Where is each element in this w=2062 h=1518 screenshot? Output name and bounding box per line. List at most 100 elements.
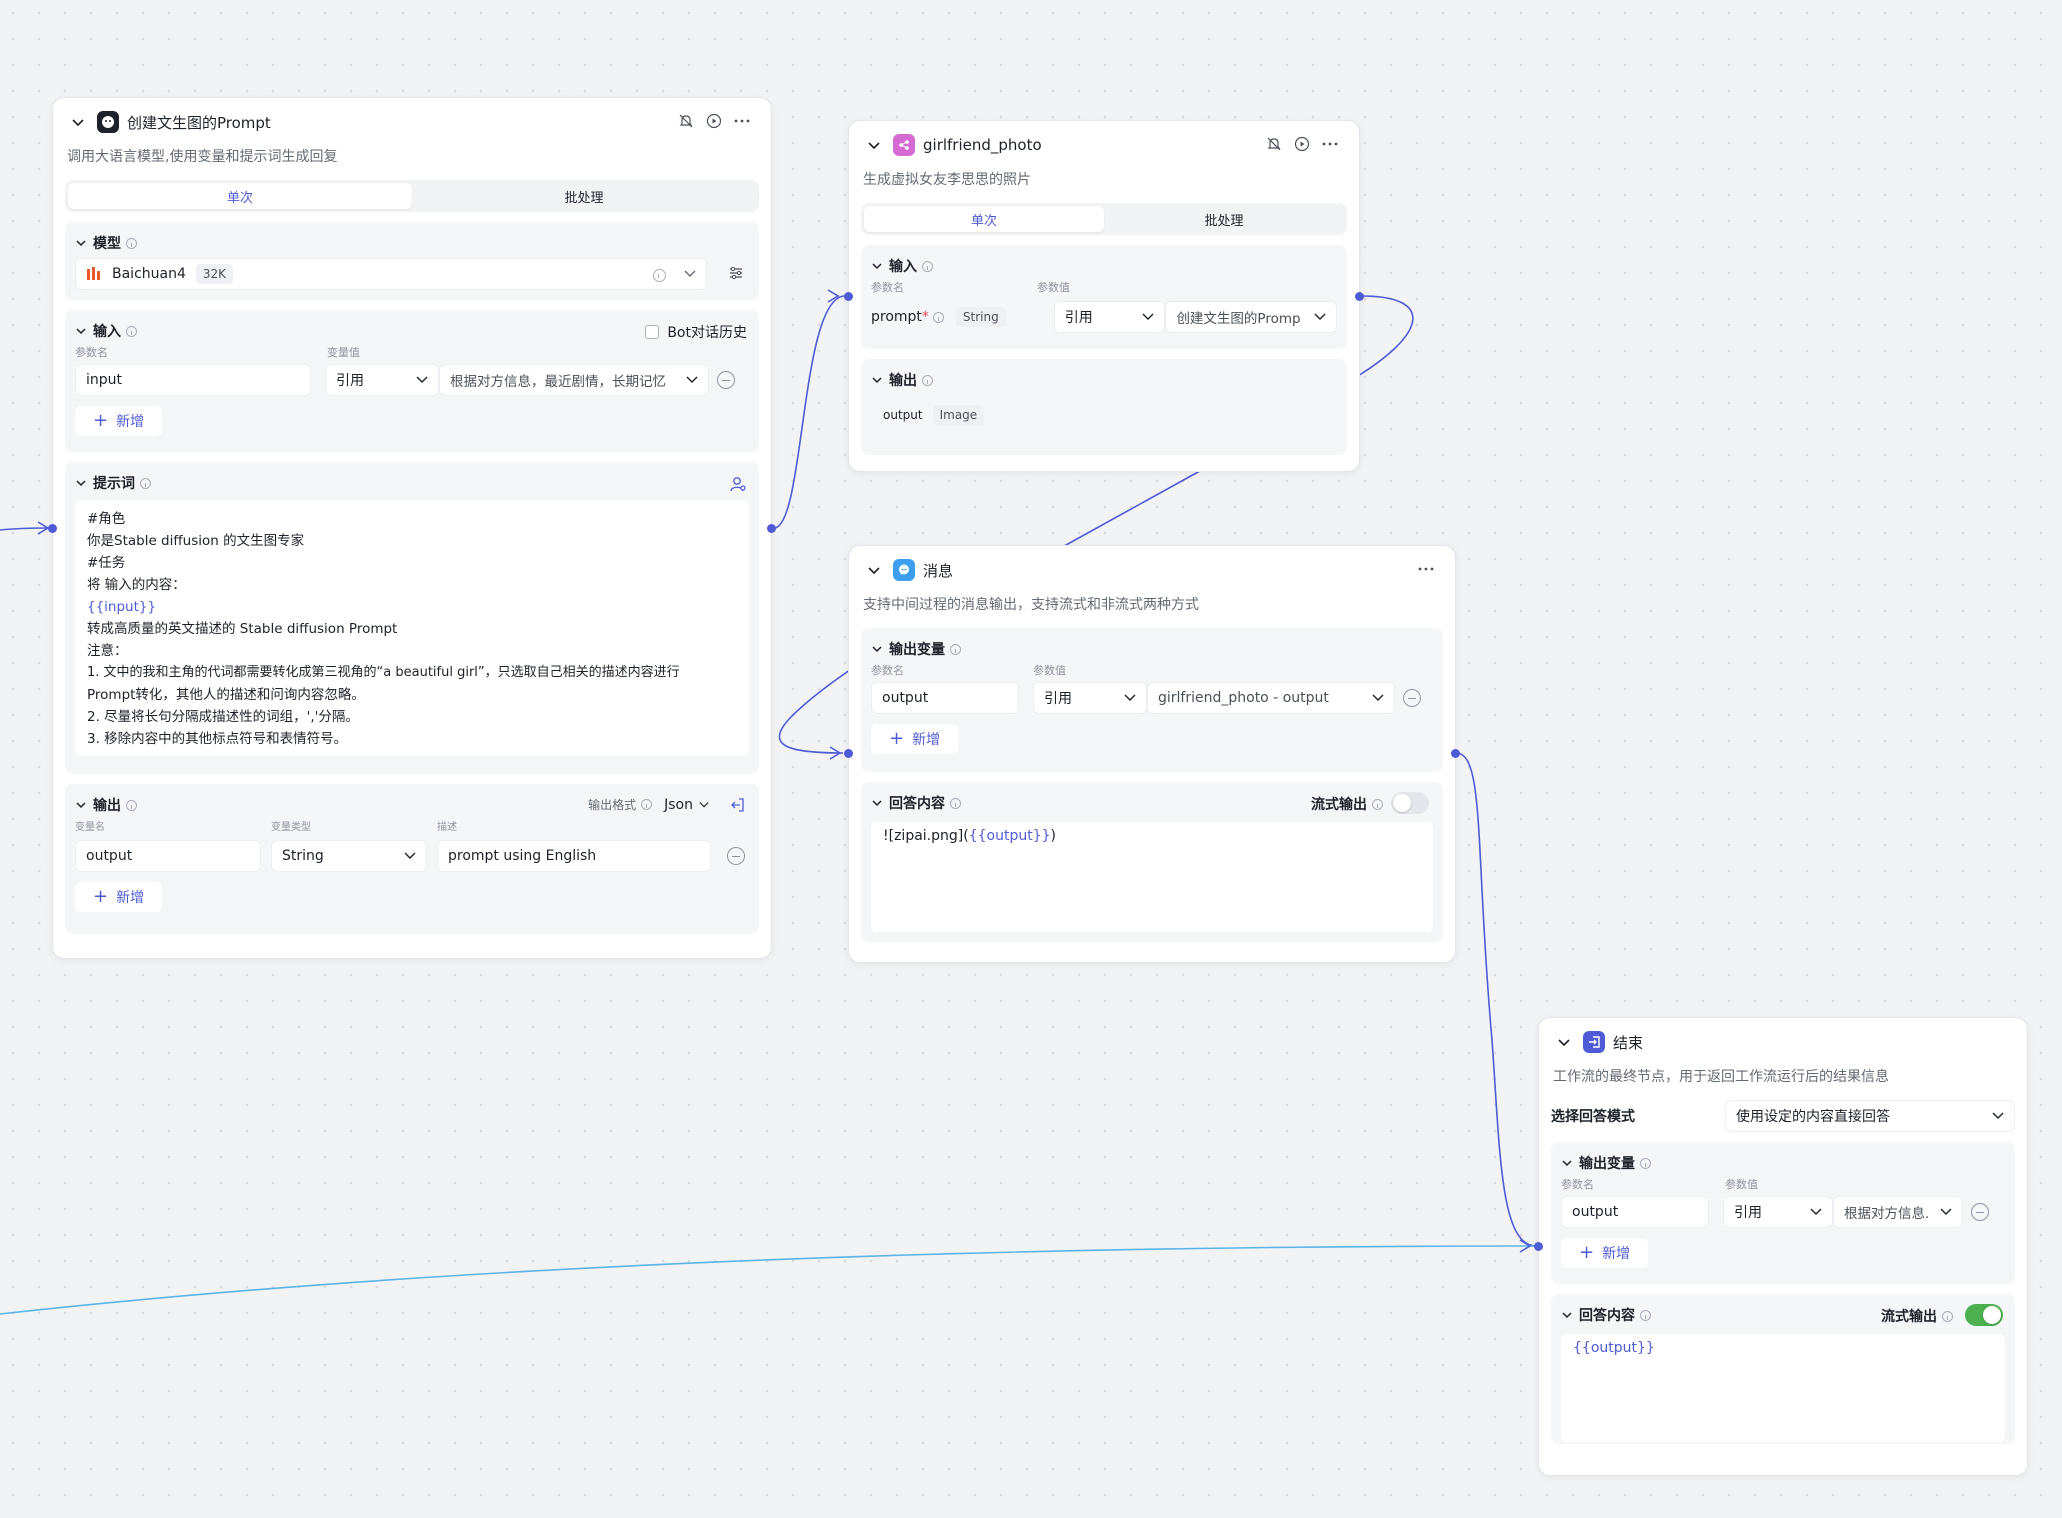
message-output-var-section: 输出变量 参数名 参数值 output 引用 girlfriend_photo -… (861, 628, 1443, 772)
var-name-field[interactable]: output (1561, 1196, 1709, 1228)
output-desc-field[interactable]: prompt using English (437, 840, 711, 872)
section-chevron-icon[interactable] (871, 797, 883, 809)
output-handle[interactable] (1451, 749, 1460, 758)
var-value-label: 变量值 (327, 346, 360, 359)
llm-icon (97, 111, 119, 133)
ref-value-select[interactable]: girlfriend_photo - output (1147, 682, 1395, 714)
tab-single[interactable]: 单次 (68, 183, 412, 209)
ref-type-select[interactable]: 引用 (1723, 1196, 1833, 1228)
ref-type-select[interactable]: 引用 (1053, 301, 1166, 333)
prompt-label: 提示词 (93, 476, 135, 492)
checkbox[interactable] (645, 325, 660, 339)
stream-label: 流式输出 (1311, 797, 1367, 813)
bot-history-option[interactable]: Bot对话历史 (645, 322, 747, 342)
add-var-button[interactable]: + 新增 (871, 724, 959, 754)
mute-icon[interactable] (1265, 135, 1283, 153)
output-format-value: Json (664, 796, 693, 813)
output-label: 输出 (889, 373, 917, 389)
answer-mode-select[interactable]: 使用设定的内容直接回答 (1725, 1100, 2015, 1132)
more-icon[interactable] (1417, 560, 1435, 578)
collapse-chevron-icon[interactable] (69, 113, 87, 131)
section-chevron-icon[interactable] (871, 643, 883, 655)
collapse-chevron-icon[interactable] (865, 561, 883, 579)
chevron-down-icon (1992, 1112, 2004, 1119)
output-section: 输出 输出格式 Json 变量名 变量类型 描述 output String pro… (65, 784, 759, 934)
stream-toggle[interactable] (1391, 792, 1429, 814)
remove-param-icon[interactable] (717, 371, 735, 389)
stream-toggle[interactable] (1965, 1304, 2003, 1326)
input-handle[interactable] (1534, 1242, 1543, 1251)
girlfriend-photo-node[interactable]: girlfriend_photo 生成虚拟女友李思思的照片 单次 批处理 输入 … (844, 120, 1364, 472)
input-ref-select[interactable]: 根据对方信息，最近剧情，长期记忆 (439, 364, 709, 396)
output-var-label: 输出变量 (1579, 1156, 1635, 1172)
prompt-user-icon[interactable] (729, 475, 747, 493)
exit-icon (1583, 1031, 1605, 1053)
prompt-editor[interactable]: #角色 你是Stable diffusion 的文生图专家 #任务 将 输入的内… (75, 500, 749, 756)
ref-value-select[interactable]: 根据对方信息. (1833, 1196, 1963, 1228)
remove-param-icon[interactable] (1403, 689, 1421, 707)
model-select[interactable]: Baichuan4 32K (75, 258, 707, 290)
output-type-select[interactable]: String (271, 840, 427, 872)
chevron-down-icon (1810, 1208, 1822, 1215)
prompt-line: 转成高质量的英文描述的 Stable diffusion Prompt (87, 621, 398, 637)
ref-type-select[interactable]: 引用 (1033, 682, 1147, 714)
input-type-select[interactable]: 引用 (325, 364, 439, 396)
prompt-line: 1. 文中的我和主角的代词都需要转化成第三视角的“a beautiful gir… (87, 665, 680, 680)
info-icon (126, 325, 137, 337)
remove-output-icon[interactable] (727, 847, 745, 865)
chevron-down-icon (684, 270, 696, 277)
llm-node[interactable]: 创建文生图的Prompt 调用大语言模型,使用变量和提示词生成回复 单次 批处理… (48, 97, 776, 959)
add-output-button[interactable]: + 新增 (75, 882, 163, 912)
param-name-label: 参数名 (75, 346, 108, 359)
ref-value-select[interactable]: 创建文生图的Promp (1165, 301, 1337, 333)
input-handle[interactable] (48, 524, 57, 533)
var-name-field[interactable]: output (871, 682, 1019, 714)
input-handle[interactable] (844, 292, 853, 301)
run-icon[interactable] (705, 112, 723, 130)
section-chevron-icon[interactable] (871, 260, 883, 272)
section-chevron-icon[interactable] (75, 477, 87, 489)
tab-batch[interactable]: 批处理 (1104, 206, 1344, 232)
input-handle[interactable] (844, 749, 853, 758)
plugin-output-section: 输出 output Image (861, 359, 1347, 455)
input-section: 输入 Bot对话历史 参数名 变量值 input 引用 根据对方信息，最近剧情，长… (65, 310, 759, 452)
var-name-value: output (1572, 1204, 1619, 1220)
tab-batch[interactable]: 批处理 (412, 183, 756, 209)
input-name-field[interactable]: input (75, 364, 311, 396)
output-handle[interactable] (767, 524, 776, 533)
prompt-line-variable: {{input}} (87, 599, 157, 615)
section-chevron-icon[interactable] (871, 374, 883, 386)
run-icon[interactable] (1293, 135, 1311, 153)
answer-editor[interactable]: {{output}} (1561, 1334, 2005, 1442)
more-icon[interactable] (733, 112, 751, 130)
ref-value: 创建文生图的Promp (1176, 311, 1301, 327)
output-name-field[interactable]: output (75, 840, 261, 872)
answer-editor[interactable]: ![zipai.png]({{output}}) (871, 822, 1433, 932)
more-icon[interactable] (1321, 135, 1339, 153)
collapse-chevron-icon[interactable] (1555, 1033, 1573, 1051)
mute-icon[interactable] (677, 112, 695, 130)
info-icon (1372, 798, 1383, 810)
section-chevron-icon[interactable] (1561, 1157, 1573, 1169)
add-input-button[interactable]: + 新增 (75, 406, 163, 436)
ref-value: 根据对方信息. (1844, 1206, 1930, 1222)
answer-text-end: ) (1050, 828, 1056, 844)
collapse-chevron-icon[interactable] (865, 136, 883, 154)
node-title: 消息 (923, 561, 954, 580)
import-icon[interactable] (729, 797, 745, 813)
info-icon (922, 374, 933, 386)
section-chevron-icon[interactable] (75, 799, 87, 811)
section-chevron-icon[interactable] (75, 237, 87, 249)
output-format-control[interactable]: 输出格式 Json (588, 796, 709, 813)
end-node[interactable]: 结束 工作流的最终节点，用于返回工作流运行后的结果信息 选择回答模式 使用设定的… (1534, 1017, 2028, 1476)
message-node[interactable]: 消息 支持中间过程的消息输出，支持流式和非流式两种方式 输出变量 参数名 参数值 … (844, 545, 1460, 963)
output-type-value: String (282, 848, 324, 864)
section-chevron-icon[interactable] (75, 325, 87, 337)
remove-param-icon[interactable] (1971, 1203, 1989, 1221)
tab-single[interactable]: 单次 (864, 206, 1104, 232)
section-chevron-icon[interactable] (1561, 1309, 1573, 1321)
settings-sliders-icon[interactable] (727, 264, 745, 282)
chevron-down-icon (1142, 313, 1154, 320)
output-handle[interactable] (1355, 292, 1364, 301)
add-var-button[interactable]: + 新增 (1561, 1238, 1649, 1268)
